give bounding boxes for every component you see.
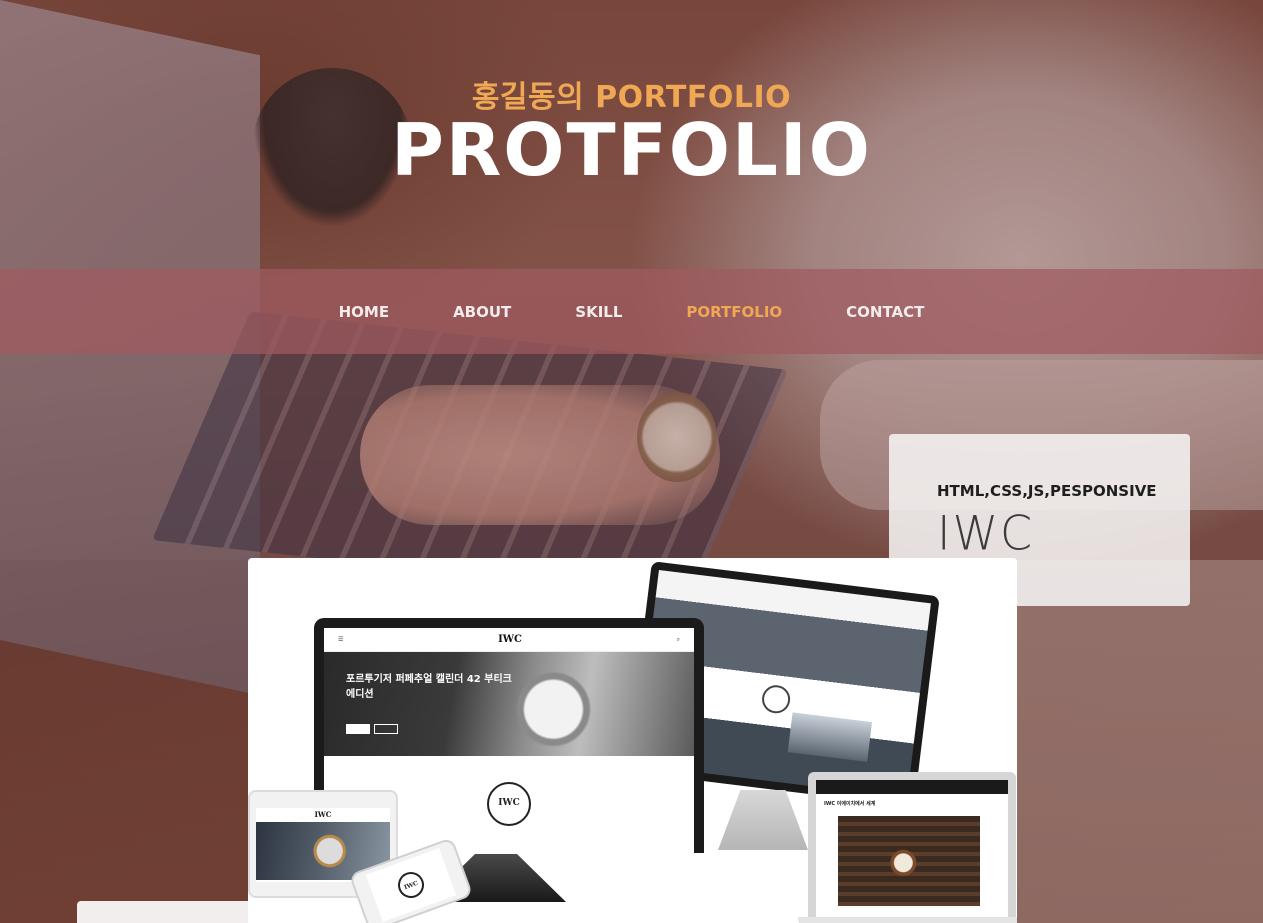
laptop-caption-line [324, 768, 694, 774]
search-icon: ⌕ [676, 635, 680, 643]
menu-icon: ☰ [338, 636, 344, 643]
laptop-hero-text: 포르투기저 퍼페추얼 캘린더 42 부티크 에디션 [346, 674, 512, 700]
laptop-site-header: ☰ IWC ⌕ [324, 628, 694, 652]
main-nav: HOME ABOUT SKILL PORTFOLIO CONTACT [0, 269, 1263, 354]
nav-link-home[interactable]: HOME [339, 303, 389, 321]
small-laptop-header [816, 780, 1008, 794]
badge-text: IWC [498, 798, 520, 808]
tablet-site-logo: IWC [314, 810, 332, 819]
nav-link-skill[interactable]: SKILL [575, 303, 622, 321]
page-title: PROTFOLIO [391, 108, 872, 192]
laptop-site-logo: IWC [498, 634, 522, 645]
next-project-card[interactable] [77, 901, 248, 923]
nav-item-about: ABOUT [453, 302, 511, 321]
desktop-badge-icon [760, 683, 792, 715]
hero-button-secondary [374, 724, 398, 734]
small-laptop-image [838, 816, 980, 906]
nav-item-skill: SKILL [575, 302, 622, 321]
small-laptop-base [798, 917, 1017, 923]
laptop-site-hero: 포르투기저 퍼페추얼 캘린더 42 부티크 에디션 [324, 652, 694, 756]
small-laptop-device: IWC 이에이치에서 세계 [798, 772, 1017, 923]
desktop-stand [718, 790, 808, 850]
phone-badge-icon: IWC [394, 868, 428, 902]
small-laptop-screen: IWC 이에이치에서 세계 [816, 780, 1008, 917]
project-mockup-image[interactable]: ☰ IWC ⌕ 포르투기저 퍼페추얼 캘린더 42 부티크 에디션 IWC IW… [248, 558, 1017, 923]
nav-link-portfolio[interactable]: PORTFOLIO [686, 303, 782, 321]
nav-link-about[interactable]: ABOUT [453, 303, 511, 321]
nav-item-home: HOME [339, 302, 389, 321]
small-laptop-title: IWC 이에이치에서 세계 [824, 801, 876, 807]
project-name: IWC [937, 505, 1035, 561]
nav-item-portfolio: PORTFOLIO [686, 302, 782, 321]
project-tech-stack: HTML,CSS,JS,PESPONSIVE [937, 482, 1157, 500]
laptop-hero-buttons [346, 724, 398, 734]
desktop-screen-image [787, 712, 873, 762]
hero-button-primary [346, 724, 370, 734]
nav-item-contact: CONTACT [846, 302, 924, 321]
nav-link-contact[interactable]: CONTACT [846, 303, 924, 321]
warranty-badge-icon: IWC [487, 782, 531, 826]
nav-list: HOME ABOUT SKILL PORTFOLIO CONTACT [307, 302, 957, 321]
